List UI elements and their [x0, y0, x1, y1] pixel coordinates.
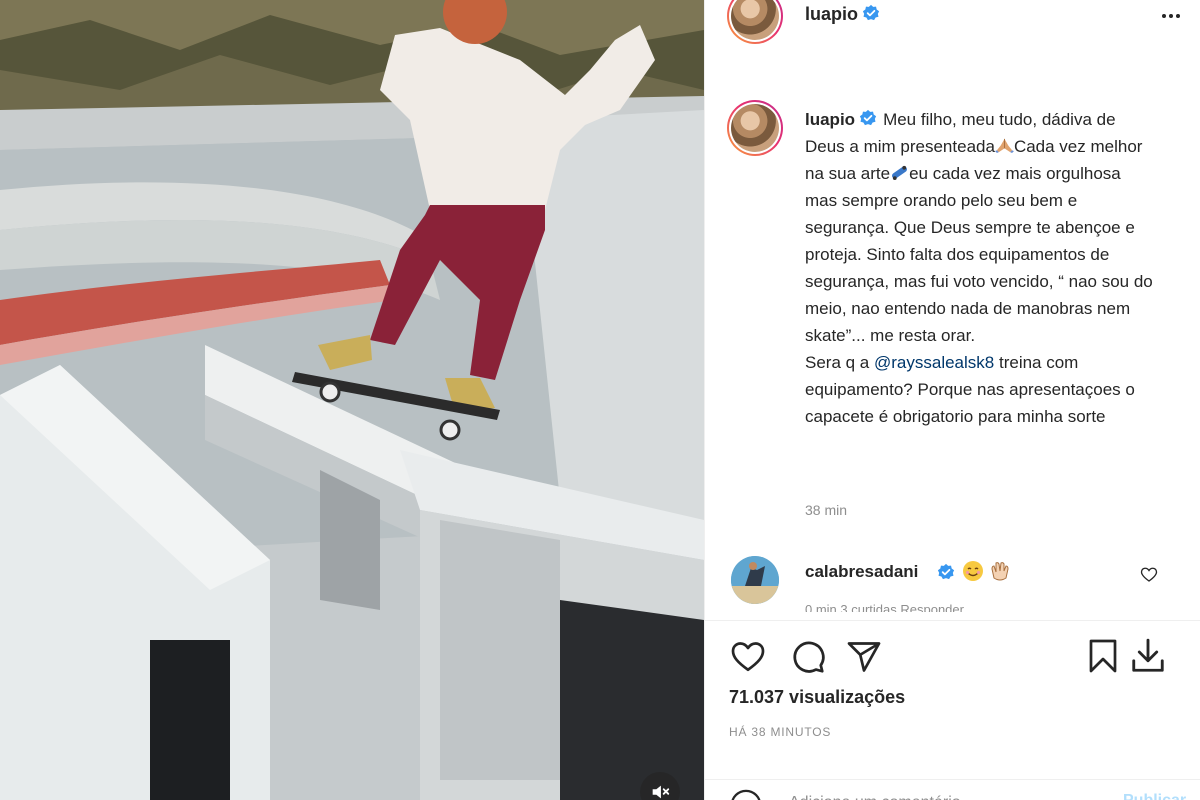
caption-part-4: Sera q a: [805, 353, 870, 372]
commenter-avatar-image: [731, 556, 779, 604]
download-icon[interactable]: [1129, 637, 1167, 675]
view-count[interactable]: 71.037 visualizações: [729, 687, 905, 708]
comment-meta: 0 min 3 curtidas Responder: [805, 602, 964, 612]
emoji-picker-icon[interactable]: [729, 788, 763, 800]
add-comment-form: Publicar: [705, 779, 1200, 800]
smiling-face-emoji-icon: [963, 561, 983, 581]
like-heart-icon[interactable]: [729, 639, 767, 675]
clapping-hands-emoji-icon: [991, 562, 1009, 581]
caption-part-3: eu cada vez mais orgulhosa mas sempre or…: [805, 164, 1153, 345]
publish-button[interactable]: Publicar: [1123, 792, 1186, 800]
caption-time[interactable]: 38 min: [805, 502, 847, 518]
caption-avatar[interactable]: [727, 100, 783, 156]
comment-input[interactable]: [789, 794, 1089, 800]
mention-link[interactable]: @rayssalealsk8: [874, 353, 994, 372]
author-username[interactable]: luapio: [805, 4, 858, 24]
caption-text: luapio Meu filho, meu tudo, dádiva de De…: [805, 106, 1155, 430]
comment-bubble-icon[interactable]: [789, 639, 827, 675]
folded-hands-emoji-icon: [994, 138, 1014, 154]
caption-username[interactable]: luapio: [805, 110, 855, 129]
verified-badge-icon: [937, 563, 955, 580]
video-frame-skatepark: [0, 0, 704, 800]
share-send-icon[interactable]: [845, 639, 883, 675]
more-options-icon[interactable]: [1156, 6, 1186, 26]
comment-item: calabresadani 0 min 3 curtidas Responder: [705, 552, 1200, 612]
verified-badge-icon: [862, 4, 880, 21]
commenter-avatar[interactable]: [731, 556, 779, 604]
skateboard-emoji-icon: [892, 165, 908, 181]
speaker-muted-icon: [652, 785, 670, 799]
commenter-username[interactable]: calabresadani: [805, 562, 918, 582]
post-actions: 71.037 visualizações HÁ 38 MINUTOS Publi…: [705, 620, 1200, 800]
post-header: luapio: [705, 0, 1200, 44]
header-username-row: luapio: [805, 4, 880, 25]
post-video[interactable]: [0, 0, 704, 800]
author-avatar[interactable]: [727, 0, 783, 44]
save-bookmark-icon[interactable]: [1085, 637, 1121, 675]
post-timestamp[interactable]: HÁ 38 MINUTOS: [729, 725, 831, 739]
post-side-panel: luapio luapio Meu filho, meu tudo, dádiv…: [704, 0, 1200, 800]
comment-heart-icon[interactable]: [1140, 566, 1158, 584]
verified-badge-icon: [859, 109, 877, 126]
